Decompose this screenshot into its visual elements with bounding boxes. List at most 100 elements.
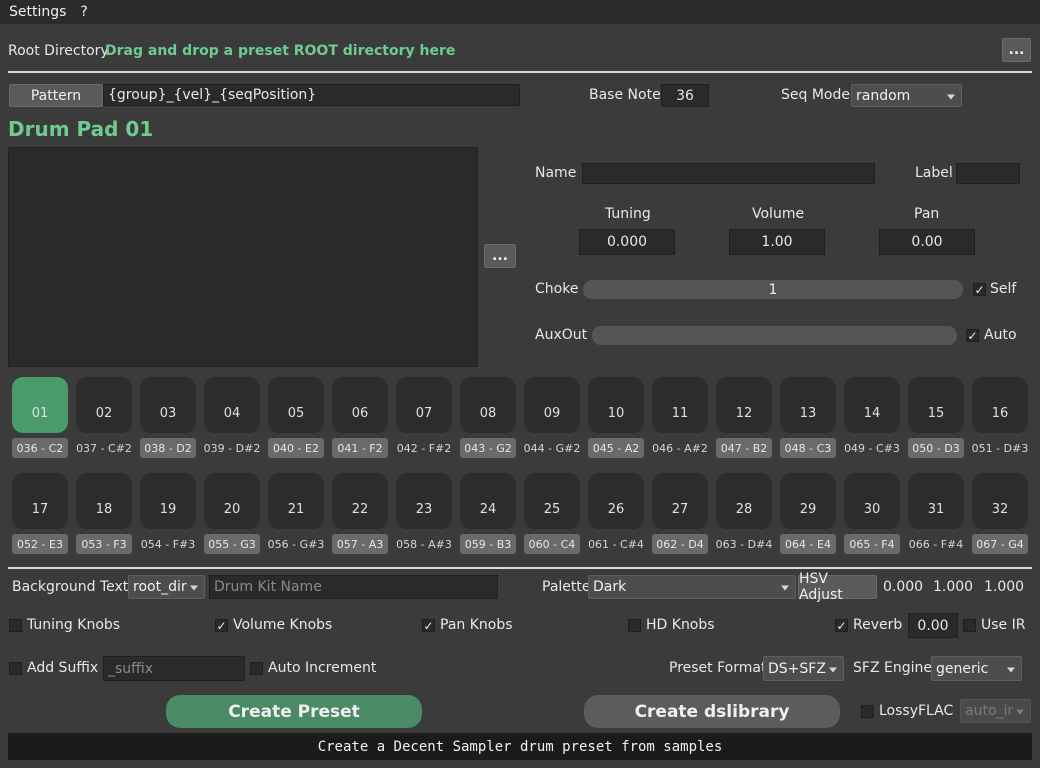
drum-pad-number: 11: [671, 406, 689, 421]
auxout-slider[interactable]: [592, 326, 957, 345]
auto-increment-checkbox[interactable]: [250, 662, 263, 675]
hd-knobs-label: HD Knobs: [646, 617, 715, 633]
check-icon: ✓: [423, 618, 434, 633]
drum-pad-26[interactable]: 26: [588, 473, 644, 529]
seq-mode-select[interactable]: random: [851, 84, 962, 107]
reverb-input[interactable]: 0.00: [908, 613, 958, 638]
choke-slider[interactable]: 1: [583, 280, 963, 299]
tuning-knobs-checkbox[interactable]: [9, 619, 22, 632]
drum-pad-number: 23: [415, 502, 433, 517]
pad-title: Drum Pad 01: [8, 117, 154, 141]
drum-pad-06[interactable]: 06: [332, 377, 388, 433]
drum-pad-note-label: 060 - C4: [524, 534, 580, 554]
tuning-input[interactable]: 0.000: [579, 229, 675, 255]
drum-pad-31[interactable]: 31: [908, 473, 964, 529]
drum-pad-number: 13: [799, 406, 817, 421]
drum-pad-note-label: 065 - F4: [844, 534, 900, 554]
sample-browse-button[interactable]: ...: [484, 244, 516, 268]
pan-knobs-checkbox[interactable]: ✓: [422, 619, 435, 632]
hsv-adjust-button[interactable]: HSV Adjust: [798, 571, 877, 603]
status-bar: Create a Decent Sampler drum preset from…: [8, 733, 1032, 760]
drum-pad-27[interactable]: 27: [652, 473, 708, 529]
pattern-button[interactable]: Pattern: [9, 84, 103, 107]
drum-pad-19[interactable]: 19: [140, 473, 196, 529]
volume-label: Volume: [752, 206, 805, 222]
menu-settings[interactable]: Settings: [9, 4, 66, 20]
use-ir-checkbox[interactable]: [963, 619, 976, 632]
drum-pad-32[interactable]: 32: [972, 473, 1028, 529]
tuning-label: Tuning: [605, 206, 651, 222]
volume-knobs-label: Volume Knobs: [233, 617, 333, 633]
name-input[interactable]: [582, 163, 875, 184]
drum-pad-note-label: 057 - A3: [332, 534, 388, 554]
drum-pad-24[interactable]: 24: [460, 473, 516, 529]
suffix-input[interactable]: _suffix: [103, 656, 245, 681]
chevron-down-icon: [781, 585, 789, 591]
sfz-engine-label: SFZ Engine: [853, 660, 932, 676]
root-directory-drop-hint[interactable]: Drag and drop a preset ROOT directory he…: [105, 43, 455, 59]
divider-top: [8, 71, 1032, 73]
drum-pad-18[interactable]: 18: [76, 473, 132, 529]
palette-select[interactable]: Dark: [588, 575, 796, 599]
drum-pad-10[interactable]: 10: [588, 377, 644, 433]
drum-pad-note-label: 042 - F#2: [396, 441, 452, 455]
base-note-input[interactable]: 36: [661, 84, 709, 107]
drum-pad-16[interactable]: 16: [972, 377, 1028, 433]
drum-pad-number: 26: [607, 502, 625, 517]
self-checkbox[interactable]: ✓: [973, 283, 986, 296]
root-browse-button[interactable]: ...: [1002, 38, 1031, 62]
drum-pad-05[interactable]: 05: [268, 377, 324, 433]
drum-pad-17[interactable]: 17: [12, 473, 68, 529]
sample-display[interactable]: [8, 147, 478, 367]
drum-pad-12[interactable]: 12: [716, 377, 772, 433]
chevron-down-icon: [190, 585, 198, 591]
drum-pad-25[interactable]: 25: [524, 473, 580, 529]
drum-pad-21[interactable]: 21: [268, 473, 324, 529]
menu-help[interactable]: ?: [80, 4, 87, 20]
preset-format-value: DS+SFZ: [768, 660, 826, 677]
add-suffix-checkbox[interactable]: [9, 662, 22, 675]
lossyflac-checkbox[interactable]: [861, 705, 874, 718]
drum-pad-28[interactable]: 28: [716, 473, 772, 529]
drum-pad-04[interactable]: 04: [204, 377, 260, 433]
hd-knobs-checkbox[interactable]: [628, 619, 641, 632]
preset-format-select[interactable]: DS+SFZ: [763, 656, 844, 681]
divider-bottom: [8, 567, 1032, 569]
drum-pad-23[interactable]: 23: [396, 473, 452, 529]
drum-kit-name-input[interactable]: Drum Kit Name: [209, 575, 498, 599]
drum-pad-03[interactable]: 03: [140, 377, 196, 433]
drum-pad-02[interactable]: 02: [76, 377, 132, 433]
create-dslibrary-button[interactable]: Create dslibrary: [584, 695, 840, 728]
drum-pad-20[interactable]: 20: [204, 473, 260, 529]
drum-pad-30[interactable]: 30: [844, 473, 900, 529]
hsv-h-value: 0.000: [883, 579, 924, 595]
create-preset-button[interactable]: Create Preset: [166, 695, 422, 728]
lossy-mode-value: auto_ir: [965, 703, 1014, 719]
drum-pad-01[interactable]: 01: [12, 377, 68, 433]
sfz-engine-select[interactable]: generic: [931, 656, 1022, 681]
drum-pad-29[interactable]: 29: [780, 473, 836, 529]
drum-pad-number: 30: [863, 502, 881, 517]
drum-pad-09[interactable]: 09: [524, 377, 580, 433]
drum-pad-11[interactable]: 11: [652, 377, 708, 433]
lossy-mode-select: auto_ir: [960, 699, 1031, 723]
label-input[interactable]: [956, 163, 1020, 184]
drum-pad-08[interactable]: 08: [460, 377, 516, 433]
drum-pad-07[interactable]: 07: [396, 377, 452, 433]
drum-pad-15[interactable]: 15: [908, 377, 964, 433]
drum-pad-22[interactable]: 22: [332, 473, 388, 529]
drum-pad-note-label: 053 - F3: [76, 534, 132, 554]
reverb-checkbox[interactable]: ✓: [835, 619, 848, 632]
pattern-input[interactable]: {group}_{vel}_{seqPosition}: [103, 84, 520, 106]
drum-pad-number: 14: [863, 406, 881, 421]
pan-input[interactable]: 0.00: [879, 229, 975, 255]
drum-pad-number: 17: [31, 502, 49, 517]
drum-pad-note-label: 062 - D4: [652, 534, 708, 554]
drum-pad-13[interactable]: 13: [780, 377, 836, 433]
volume-knobs-checkbox[interactable]: ✓: [215, 619, 228, 632]
background-text-select[interactable]: root_dir: [128, 575, 205, 599]
auto-checkbox[interactable]: ✓: [966, 329, 979, 342]
drum-pad-number: 09: [543, 406, 561, 421]
drum-pad-14[interactable]: 14: [844, 377, 900, 433]
volume-input[interactable]: 1.00: [729, 229, 825, 255]
